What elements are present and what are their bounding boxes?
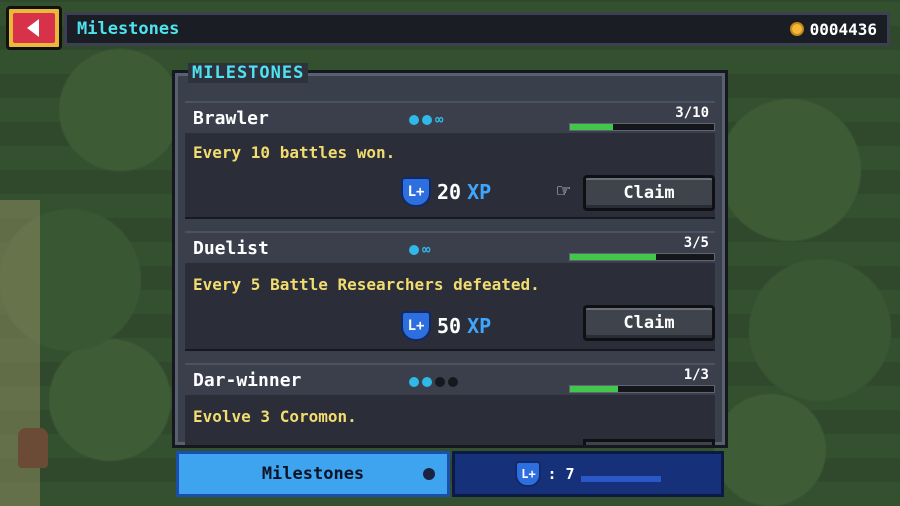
progress-bar [569,385,715,393]
reward: L+ 20 XP [401,177,491,207]
top-bar: Milestones 0004436 [64,12,890,46]
milestone-description: Every 10 battles won. [193,143,396,162]
tier-dot-filled [409,377,419,387]
tab-milestones-label: Milestones [261,464,365,484]
tier-dots: ∞ [409,242,431,258]
tier-dots: ∞ [409,112,444,128]
xp-count-group: : 7 [547,465,574,483]
xp-shield-icon: L+ [515,461,542,487]
reward-unit: XP [467,314,492,338]
back-button[interactable] [6,6,62,50]
gold-counter: 0004436 [789,19,877,39]
claim-button-brawler[interactable]: Claim [583,175,715,211]
xp-shield-icon: L+ [401,177,431,207]
back-arrow-icon [13,13,55,43]
milestone-card-dar-winner: Dar-winner 1/3 Evolve 3 Coromon. [185,363,715,445]
progress-bar [569,253,715,261]
progress-text: 1/3 [683,367,709,383]
milestone-card-duelist: Duelist ∞ 3/5 Every 5 Battle Researchers… [185,231,715,351]
xp-count: : 7 [547,465,575,483]
page-title: Milestones [77,19,180,39]
gold-amount: 0004436 [809,19,877,39]
panel-title: MILESTONES [188,63,309,83]
milestones-panel: Brawler ∞ 3/10 Every 10 battles won. L+ … [172,70,728,448]
reward-amount: 20 [437,180,462,204]
progress-text: 3/10 [675,105,709,121]
tab-xp-rewards[interactable]: L+ : 7 [452,451,724,497]
milestone-name: Dar-winner [193,370,302,391]
milestone-card-brawler: Brawler ∞ 3/10 Every 10 battles won. L+ … [185,101,715,219]
tier-dot-filled [422,115,432,125]
tier-dot-empty [435,377,445,387]
tier-dot-filled [409,115,419,125]
npc-sprite [18,428,48,468]
progress-bar [569,123,715,131]
infinity-icon: ∞ [422,242,431,258]
milestone-description: Every 5 Battle Researchers defeated. [193,275,540,294]
claim-button-duelist[interactable]: Claim [583,305,715,341]
tab-milestones[interactable]: Milestones [176,451,450,497]
tier-dot-filled [422,377,432,387]
gold-coin-icon [789,22,804,36]
infinity-icon: ∞ [435,112,444,128]
xp-tab-bar [580,476,661,482]
progress-bar-fill [570,254,657,260]
progress-bar-fill [570,386,618,392]
progress-bar-fill [570,124,614,130]
tier-dot-filled [409,245,419,255]
reward: L+ 50 XP [401,311,491,341]
tier-dot-empty [448,377,458,387]
milestone-description: Evolve 3 Coromon. [193,407,357,426]
reward-unit: XP [467,180,492,204]
pointing-hand-icon: ☞ [557,179,571,204]
milestone-header: Duelist ∞ 3/5 [185,231,715,263]
tier-dots [409,377,458,387]
milestone-header: Dar-winner 1/3 [185,363,715,395]
notification-dot [423,468,435,480]
milestone-header: Brawler ∞ 3/10 [185,101,715,133]
progress-text: 3/5 [683,235,709,251]
milestone-name: Brawler [193,108,269,129]
xp-shield-icon: L+ [401,311,431,341]
reward-amount: 50 [437,314,462,338]
claim-button-partial[interactable] [583,439,715,445]
milestone-name: Duelist [193,238,269,259]
